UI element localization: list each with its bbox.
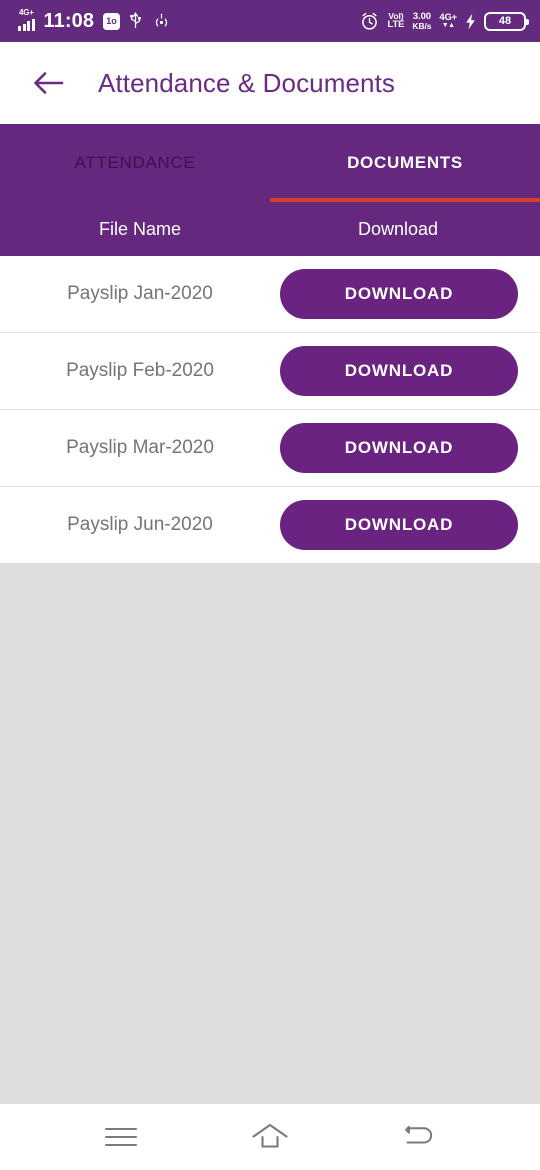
alarm-icon: [362, 12, 378, 30]
network-type-indicator: 4G+ ▼▲: [439, 13, 457, 29]
row-file-name: Payslip Feb-2020: [66, 360, 214, 381]
table-row: Payslip Jun-2020 DOWNLOAD: [0, 487, 540, 564]
menu-icon: [104, 1127, 137, 1147]
network-speed-indicator: 3.00 KB/s: [412, 12, 431, 30]
app-bar: Attendance & Documents: [0, 42, 540, 124]
phone-screen: 4G+ 11:08 1o VoI) LTE 3.00 KB/s 4G+ ▼▲ 4…: [0, 0, 540, 1170]
table-row: Payslip Mar-2020 DOWNLOAD: [0, 410, 540, 487]
system-navigation-bar: [0, 1104, 540, 1170]
data-saver-icon: 1o: [103, 12, 121, 30]
cast-icon: [155, 13, 168, 27]
tab-attendance[interactable]: ATTENDANCE: [0, 124, 270, 202]
signal-network-label: 4G+: [19, 8, 34, 17]
back-button[interactable]: [26, 60, 72, 106]
volte-line-2: LTE: [387, 19, 405, 31]
download-button[interactable]: DOWNLOAD: [280, 346, 518, 396]
row-file-name: Payslip Mar-2020: [66, 437, 214, 458]
recents-button[interactable]: [91, 1114, 151, 1160]
charging-bolt-icon: [466, 13, 475, 29]
home-icon: [252, 1123, 288, 1148]
row-action-cell: DOWNLOAD: [280, 423, 540, 473]
back-icon: [405, 1126, 433, 1144]
status-bar-left: 4G+ 11:08 1o: [18, 8, 172, 32]
back-nav-button[interactable]: [389, 1114, 449, 1160]
page-title: Attendance & Documents: [98, 67, 396, 98]
download-button[interactable]: DOWNLOAD: [280, 423, 518, 473]
tab-attendance-label: ATTENDANCE: [74, 153, 196, 172]
home-button[interactable]: [240, 1114, 300, 1160]
column-header-download: Download: [357, 218, 439, 239]
row-file-name: Payslip Jan-2020: [67, 283, 213, 304]
tab-documents[interactable]: DOCUMENTS: [270, 124, 540, 202]
column-header-file-name: File Name: [98, 218, 182, 239]
row-action-cell: DOWNLOAD: [280, 269, 540, 319]
empty-content-area: [0, 564, 540, 1104]
row-action-cell: DOWNLOAD: [280, 346, 540, 396]
signal-strength-icon: 4G+: [18, 8, 35, 31]
battery-level-label: 48: [498, 14, 512, 27]
documents-list: Payslip Jan-2020 DOWNLOAD Payslip Feb-20…: [0, 256, 540, 564]
status-bar-right: VoI) LTE 3.00 KB/s 4G+ ▼▲ 48: [360, 11, 529, 31]
arrow-left-icon: [34, 72, 64, 94]
status-bar-clock: 11:08: [43, 10, 95, 32]
signal-bars: [18, 18, 35, 31]
battery-icon: 48: [484, 11, 529, 31]
table-row: Payslip Feb-2020 DOWNLOAD: [0, 333, 540, 410]
usb-icon: [130, 12, 141, 29]
download-button[interactable]: DOWNLOAD: [280, 500, 518, 550]
table-row: Payslip Jan-2020 DOWNLOAD: [0, 256, 540, 333]
row-file-name: Payslip Jun-2020: [67, 514, 213, 535]
table-column-header: File Name Download: [0, 202, 540, 256]
tab-bar: ATTENDANCE DOCUMENTS: [0, 124, 540, 202]
download-button[interactable]: DOWNLOAD: [280, 269, 518, 319]
row-action-cell: DOWNLOAD: [280, 500, 540, 550]
tab-documents-label: DOCUMENTS: [347, 153, 463, 172]
volte-indicator: VoI) LTE: [387, 12, 404, 30]
tab-active-indicator: [270, 198, 540, 202]
network-speed-unit: KB/s: [412, 20, 432, 31]
network-activity-arrows: ▼▲: [441, 21, 455, 29]
status-bar: 4G+ 11:08 1o VoI) LTE 3.00 KB/s 4G+ ▼▲ 4…: [0, 0, 540, 42]
